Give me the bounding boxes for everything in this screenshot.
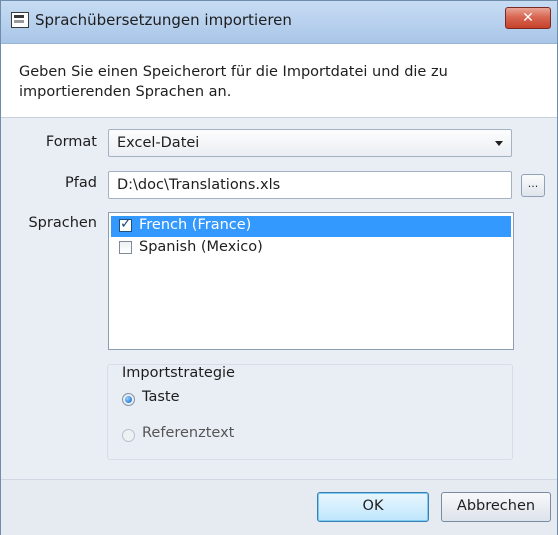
button-bar: OK Abbrechen <box>1 479 557 535</box>
ok-button[interactable]: OK <box>317 492 429 522</box>
browse-button[interactable]: ... <box>521 174 545 197</box>
radio-referenztext-label[interactable]: Referenztext <box>142 425 234 441</box>
cancel-button[interactable]: Abbrechen <box>441 492 551 522</box>
chevron-down-icon[interactable] <box>495 141 503 146</box>
import-strategy-title: Importstrategie <box>122 365 235 381</box>
radio-referenztext[interactable] <box>122 429 135 442</box>
app-window-icon <box>11 12 29 28</box>
path-label: Pfad <box>65 175 97 191</box>
instruction-text: Geben Sie einen Speicherort für die Impo… <box>19 64 448 100</box>
languages-list[interactable]: French (France) Spanish (Mexico) <box>108 212 514 350</box>
language-label: French (France) <box>139 217 252 233</box>
path-input[interactable]: D:\doc\Translations.xls <box>108 171 512 199</box>
format-dropdown-value: Excel-Datei <box>117 135 200 151</box>
import-strategy-group: Importstrategie Taste Referenztext <box>107 364 513 460</box>
list-item[interactable]: French (France) <box>111 216 511 237</box>
language-checkbox[interactable] <box>119 241 132 254</box>
format-dropdown[interactable]: Excel-Datei <box>108 129 512 157</box>
import-dialog: Sprachübersetzungen importieren ✕ Geben … <box>0 0 558 535</box>
radio-taste[interactable] <box>122 393 135 406</box>
format-label: Format <box>45 134 97 150</box>
path-input-value: D:\doc\Translations.xls <box>117 177 281 193</box>
radio-taste-label[interactable]: Taste <box>142 389 180 405</box>
title-bar[interactable]: Sprachübersetzungen importieren ✕ <box>1 1 557 44</box>
language-label: Spanish (Mexico) <box>139 239 263 255</box>
languages-label: Sprachen <box>28 215 97 231</box>
language-checkbox[interactable] <box>119 216 132 232</box>
instruction-panel: Geben Sie einen Speicherort für die Impo… <box>1 44 557 118</box>
list-item[interactable]: Spanish (Mexico) <box>111 238 511 259</box>
window-title: Sprachübersetzungen importieren <box>35 11 292 29</box>
close-button[interactable]: ✕ <box>505 7 551 29</box>
